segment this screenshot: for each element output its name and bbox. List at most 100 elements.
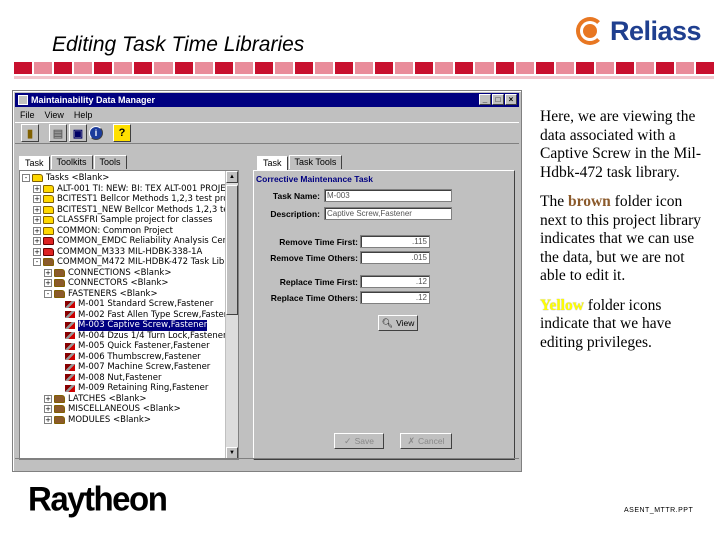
tree-node-label: M-004 Dzus 1/4 Turn Lock,Fastener [78,330,227,341]
toolbar: ▮ ▤ ▣ i ? [15,122,519,144]
menu-file[interactable]: File [20,110,35,120]
expand-icon[interactable]: + [44,405,52,414]
remove-time-first-field[interactable]: .115 [360,235,430,248]
tree-node[interactable]: + BCITEST1_NEW Bellcor Methods 1,2,3 test… [22,205,238,216]
menu-help[interactable]: Help [74,110,93,120]
tree-node[interactable]: - Tasks <Blank> [22,173,224,184]
expand-icon[interactable]: + [33,226,41,235]
tab-task[interactable]: Task [19,156,50,170]
tree-node-label: BCITEST1_NEW Bellcor Methods 1,2,3 test … [57,204,238,215]
tab-task-detail[interactable]: Task [257,156,288,170]
tree-node[interactable]: M-003 Captive Screw,Fastener [22,320,224,331]
new-icon[interactable]: ▤ [49,124,67,142]
tree-node-label: M-009 Retaining Ring,Fastener [78,383,209,393]
brown-folder-icon [54,415,65,424]
tree-node-label: MISCELLANEOUS <Blank> [68,404,181,414]
tree-node[interactable]: + LATCHES <Blank> [22,394,224,405]
tree-node[interactable]: M-001 Standard Screw,Fastener [22,299,224,310]
collapse-icon[interactable]: - [22,174,30,183]
notes: Here, we are viewing the data associated… [540,108,712,363]
yellow-word: Yellow [540,296,584,314]
app-icon[interactable] [18,95,28,105]
tree-node[interactable]: + ALT-001 TI: NEW: BI: TEX ALT-001 PROJEC… [22,184,237,195]
tree-node[interactable]: M-007 Machine Screw,Fastener [22,362,224,373]
collapse-icon[interactable]: - [33,258,41,267]
help-icon[interactable]: ? [113,124,131,142]
tree-node[interactable]: M-002 Fast Allen Type Screw,Fastener [22,310,238,321]
task-item-icon [65,311,75,319]
tree-node[interactable]: M-008 Nut,Fastener [22,373,224,384]
tree-node-label: M-003 Captive Screw,Fastener [78,320,208,331]
status-bar [15,458,519,469]
tree-node-label: COMMON_M333 MIL-HDBK-338-1A [57,246,203,257]
task-item-icon [65,374,75,382]
expand-icon[interactable]: + [44,394,52,403]
description-label: Description: [270,209,320,219]
tree-node-label: FASTENERS <Blank> [68,288,158,299]
tab-tools[interactable]: Tools [93,155,127,169]
expand-icon[interactable]: + [33,216,41,225]
tree-node[interactable]: + CONNECTORS <Blank> [22,278,224,289]
tree-node[interactable]: M-004 Dzus 1/4 Turn Lock,Fastener [22,330,227,342]
tree-node[interactable]: + COMMON_EMDC Reliability Analysis Center… [22,236,238,247]
replace-time-first-field[interactable]: .12 [360,275,430,288]
menu-view[interactable]: View [45,110,64,120]
tab-toolkits[interactable]: Toolkits [50,155,93,169]
view-button[interactable]: 🔍︎ View [378,315,418,331]
brown-folder-icon [54,394,65,403]
tree-node[interactable]: - COMMON_M472 MIL-HDBK-472 Task Library [22,257,238,268]
task-item-icon [65,384,75,392]
tree-node[interactable]: + COMMON: Common Project [22,226,224,237]
view-button-label: View [396,318,415,328]
cancel-button-label: Cancel [418,436,445,446]
task-name-field[interactable]: M-003 [324,189,452,202]
save-button[interactable]: ✓ Save [334,433,384,449]
red-folder-icon [43,237,54,246]
note-paragraph-2: The brown folder icon next to this proje… [540,193,712,286]
task-tree: - Tasks <Blank> + ALT-001 TI: NEW: BI: TEX … [22,173,238,426]
scroll-thumb[interactable] [226,185,238,315]
tree-node[interactable]: + CLASSFRI Sample project for classes [22,215,224,226]
tree-scrollbar[interactable]: ▲ ▼ [225,171,238,459]
remove-time-others-field[interactable]: .015 [360,251,430,264]
scroll-up-icon[interactable]: ▲ [226,171,238,183]
close-button[interactable]: × [505,94,517,105]
expand-icon[interactable]: + [33,247,41,256]
window-titlebar[interactable]: Maintainability Data Manager _ □ × [15,93,519,107]
tree-node[interactable]: + CONNECTIONS <Blank> [22,268,224,279]
expand-icon[interactable]: + [44,279,52,288]
tree-node[interactable]: - FASTENERS <Blank> [22,289,224,300]
tree-node[interactable]: M-006 Thumbscrew,Fastener [22,352,224,363]
expand-icon[interactable]: + [33,195,41,204]
minimize-button[interactable]: _ [479,94,491,105]
maximize-button[interactable]: □ [492,94,504,105]
expand-icon[interactable]: + [33,205,41,214]
tree-node[interactable]: + MODULES <Blank> [22,415,224,426]
header-band [14,62,715,74]
tree-node[interactable]: + COMMON_M333 MIL-HDBK-338-1A [22,247,224,258]
tree-node-label: ALT-001 TI: NEW: BI: TEX ALT-001 PROJECT [57,183,237,194]
expand-icon[interactable]: + [44,268,52,277]
expand-icon[interactable]: + [33,237,41,246]
tree-node[interactable]: M-005 Quick Fastener,Fastener [22,341,224,352]
tab-task-tools[interactable]: Task Tools [288,155,343,169]
tree-node[interactable]: + MISCELLANEOUS <Blank> [22,404,224,415]
expand-icon[interactable]: + [33,184,41,193]
task-item-icon [65,300,75,308]
task-item-icon [65,321,75,329]
replace-time-others-field[interactable]: .12 [360,291,430,304]
collapse-icon[interactable]: - [44,289,52,298]
note-paragraph-1: Here, we are viewing the data associated… [540,108,701,181]
expand-icon[interactable]: + [44,415,52,424]
cancel-button[interactable]: ✗ Cancel [400,433,452,449]
description-field[interactable]: Captive Screw,Fastener [324,207,452,220]
tree-node-label: M-002 Fast Allen Type Screw,Fastener [78,309,238,320]
open-icon[interactable]: ▣ [69,124,87,142]
tree-node[interactable]: + BCITEST1 Bellcor Methods 1,2,3 test pro… [22,194,238,205]
yellow-folder-icon [43,216,54,225]
info-icon[interactable]: i [89,126,103,140]
library-icon[interactable]: ▮ [21,124,39,142]
yellow-folder-icon [43,184,54,193]
tree-node-label: CONNECTIONS <Blank> [68,267,172,278]
tree-node[interactable]: M-009 Retaining Ring,Fastener [22,383,224,394]
